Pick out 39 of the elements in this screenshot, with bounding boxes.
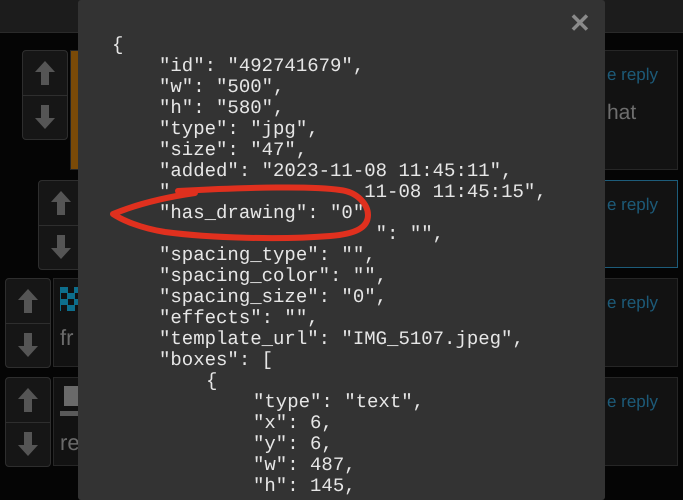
reply-link[interactable]: e reply bbox=[607, 195, 677, 215]
up-arrow-icon bbox=[50, 190, 72, 216]
code-line: "effects": "", bbox=[159, 308, 320, 329]
code-line: "spacing_type": "", bbox=[159, 245, 377, 266]
code-text: 11-08 11:45:15", bbox=[364, 181, 547, 203]
code-line: "added": "2023-11-08 11:45:11", bbox=[159, 161, 514, 182]
reply-link[interactable]: e reply bbox=[607, 65, 677, 85]
comment-text: fr bbox=[60, 325, 74, 351]
down-arrow-icon bbox=[17, 332, 39, 358]
code-line: { bbox=[206, 371, 218, 392]
code-line: "spacing_color": "", bbox=[159, 266, 388, 287]
up-arrow-icon bbox=[17, 288, 39, 314]
code-line: "boxes": [ bbox=[159, 350, 274, 371]
down-arrow-icon bbox=[34, 104, 56, 130]
up-arrow-icon bbox=[34, 60, 56, 86]
code-line: "h": "580", bbox=[159, 98, 286, 119]
code-line: "w": "500", bbox=[159, 77, 286, 98]
reply-link[interactable]: e reply bbox=[607, 293, 677, 313]
code-line: "spacing_size": "0", bbox=[159, 287, 388, 308]
close-button[interactable]: ✕ bbox=[565, 8, 595, 39]
code-line: "id": "492741679", bbox=[159, 56, 366, 77]
code-line: "y": 6, bbox=[253, 434, 334, 455]
up-arrow-icon bbox=[17, 386, 39, 413]
code-line: "x": 6, bbox=[253, 413, 334, 434]
code-line: "w": 487, bbox=[253, 455, 357, 476]
comment-text: hat bbox=[607, 101, 638, 125]
comment-text: re bbox=[60, 430, 81, 456]
code-line: { bbox=[112, 35, 124, 56]
down-arrow-icon bbox=[17, 431, 39, 458]
down-arrow-icon bbox=[50, 234, 72, 260]
code-line: "type": "text", bbox=[253, 392, 426, 413]
code-line: "has_drawing": "0" bbox=[159, 203, 366, 224]
code-line: "template_url": "IMG_5107.jpeg", bbox=[159, 329, 525, 350]
code-line: "size": "47", bbox=[159, 140, 308, 161]
code-text: ": "", bbox=[376, 223, 444, 245]
code-text: " bbox=[159, 181, 170, 203]
code-line: "type": "jpg", bbox=[159, 119, 320, 140]
code-line: "h": 145, bbox=[253, 476, 357, 497]
reply-link[interactable]: e reply bbox=[607, 392, 677, 412]
